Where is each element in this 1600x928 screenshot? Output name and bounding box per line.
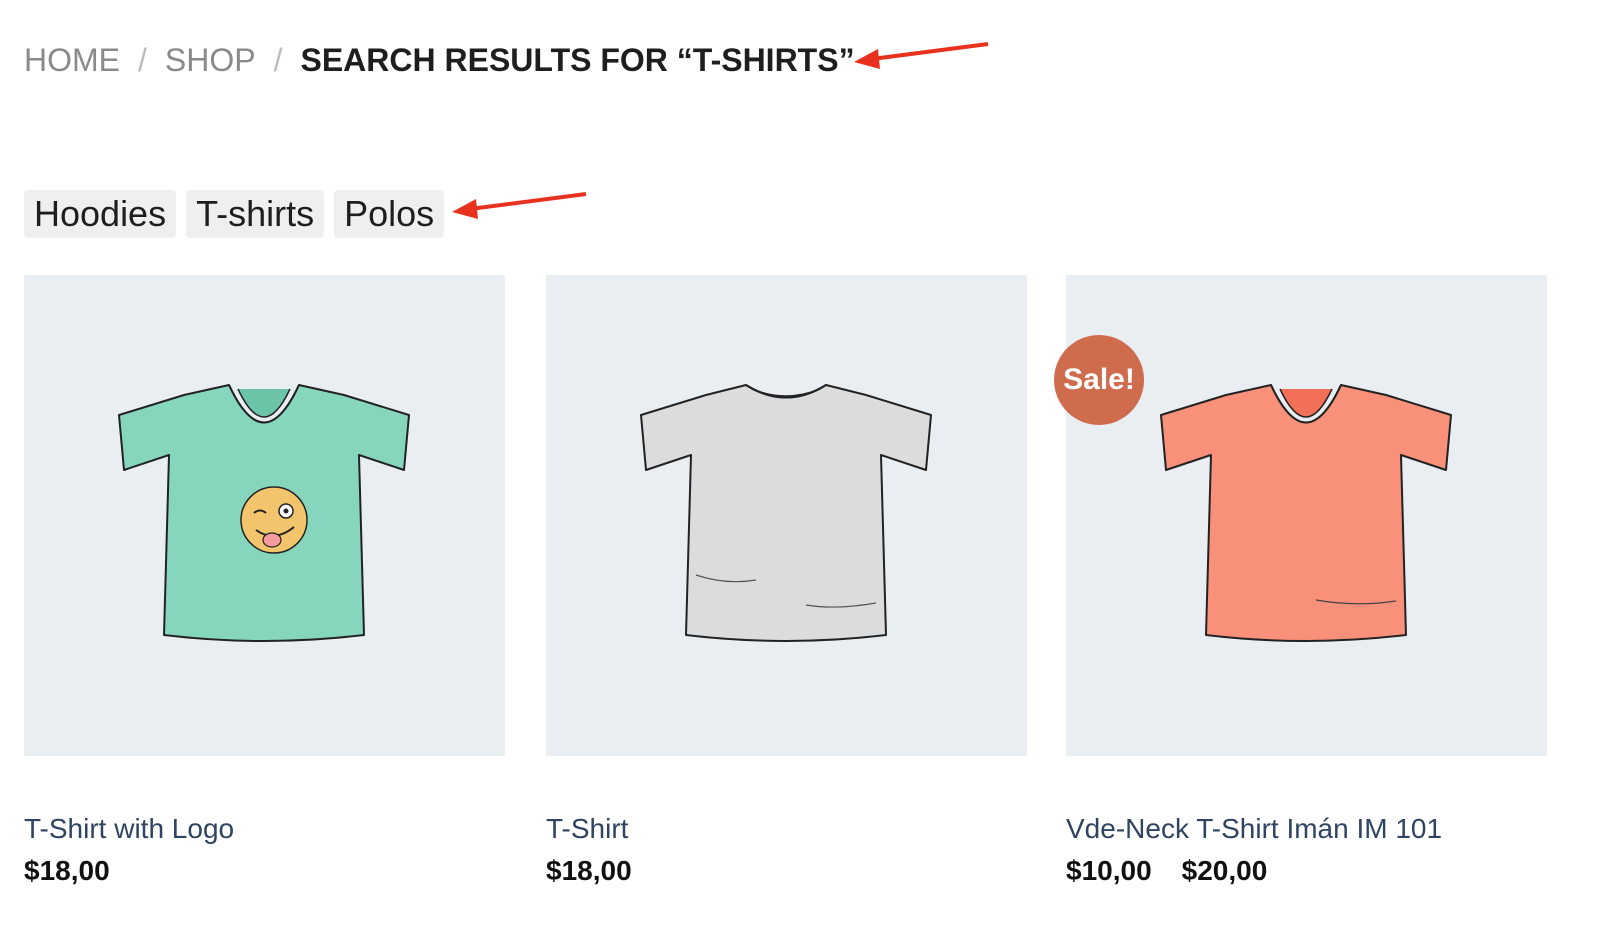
breadcrumb-current-page: SEARCH RESULTS FOR “T-SHIRTS” bbox=[300, 42, 855, 78]
tshirt-image-icon bbox=[640, 384, 932, 642]
product-title-link[interactable]: T-Shirt bbox=[546, 813, 628, 845]
product-image[interactable] bbox=[24, 275, 505, 756]
product-price: $18,00 bbox=[546, 855, 632, 887]
tag-tshirts[interactable]: T-shirts bbox=[186, 190, 325, 238]
breadcrumb-separator: / bbox=[273, 42, 283, 78]
tshirt-image-icon bbox=[118, 384, 410, 642]
product-card[interactable]: T-Shirt $18,00 bbox=[546, 275, 1027, 886]
breadcrumb: HOME / SHOP / SEARCH RESULTS FOR “T-SHIRTS” bbox=[24, 42, 855, 79]
product-title-link[interactable]: Vde-Neck T-Shirt Imán IM 101 bbox=[1066, 813, 1442, 845]
breadcrumb-home-link[interactable]: HOME bbox=[24, 42, 120, 78]
breadcrumb-shop-link[interactable]: SHOP bbox=[165, 42, 256, 78]
product-image[interactable] bbox=[1066, 275, 1547, 756]
tshirt-image-icon bbox=[1160, 384, 1452, 642]
price-secondary: $20,00 bbox=[1181, 855, 1268, 886]
product-image[interactable] bbox=[546, 275, 1027, 756]
product-price: $18,00 bbox=[24, 855, 110, 887]
product-price: $10,00 $20,00 bbox=[1066, 855, 1267, 887]
breadcrumb-separator: / bbox=[138, 42, 147, 78]
product-card[interactable]: Sale! Vde-Neck T-Shirt Imán IM 101 $10,0… bbox=[1054, 275, 1547, 886]
sale-badge: Sale! bbox=[1054, 335, 1144, 425]
product-card[interactable]: T-Shirt with Logo $18,00 bbox=[24, 275, 505, 886]
price-current: $18,00 bbox=[546, 855, 632, 886]
annotation-arrow-icon bbox=[452, 192, 587, 219]
product-title-link[interactable]: T-Shirt with Logo bbox=[24, 813, 234, 845]
annotation-arrow-icon bbox=[854, 42, 989, 69]
tag-hoodies[interactable]: Hoodies bbox=[24, 190, 177, 238]
price-current: $10,00 bbox=[1066, 855, 1152, 886]
category-tags: Hoodies T-shirts Polos bbox=[24, 190, 445, 238]
tag-polos[interactable]: Polos bbox=[334, 190, 445, 238]
price-current: $18,00 bbox=[24, 855, 110, 886]
